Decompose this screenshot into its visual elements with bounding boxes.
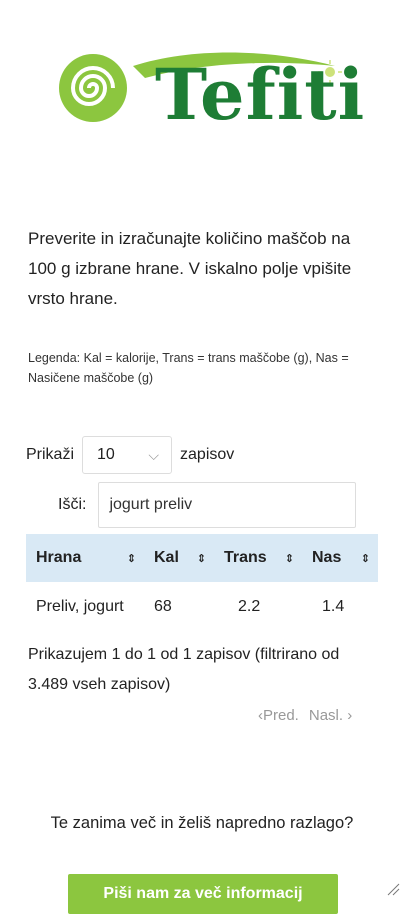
legend-text: Legenda: Kal = kalorije, Trans = trans m… — [28, 351, 349, 385]
more-info-question: Te zanima več in želiš napredno razlago? — [50, 814, 354, 832]
search-control: Išči: — [58, 482, 357, 528]
search-input[interactable] — [98, 482, 357, 528]
cell-hrana: Preliv, jogurt — [36, 598, 124, 615]
resize-grip-icon[interactable] — [386, 882, 400, 896]
next-button[interactable]: Nasl. › — [309, 707, 352, 724]
search-label: Išči: — [58, 496, 87, 513]
table-header: Hrana ⇕ Kal ⇕ Trans ⇕ Nas ⇕ — [26, 534, 378, 582]
tefiti-logo[interactable]: Tefiti — [55, 30, 364, 140]
page-length-control: Prikaži 10 ⌵ zapisov — [26, 435, 234, 475]
intro-text: Preverite in izračunajte količino maščob… — [28, 229, 352, 308]
cell-nas: 1.4 — [322, 598, 345, 615]
sort-icon: ⇕ — [126, 552, 136, 565]
col-header-trans[interactable]: Trans ⇕ — [214, 534, 302, 582]
show-suffix: zapisov — [180, 446, 235, 463]
col-header-kal[interactable]: Kal ⇕ — [144, 534, 214, 582]
table-info: Prikazujem 1 do 1 od 1 zapisov (filtrira… — [28, 646, 340, 693]
sort-icon: ⇕ — [196, 552, 206, 565]
food-fat-table: Hrana ⇕ Kal ⇕ Trans ⇕ Nas ⇕ Preliv, jogu… — [26, 534, 378, 632]
pagination: ‹Pred. Nasl. › — [258, 707, 352, 724]
cell-trans: 2.2 — [238, 598, 261, 615]
sort-icon: ⇕ — [360, 552, 370, 565]
page-length-value: 10 — [97, 446, 115, 463]
show-label: Prikaži — [26, 446, 75, 463]
chevron-down-icon: ⌵ — [148, 446, 160, 463]
brand-name: Tefiti — [155, 53, 366, 136]
cell-kal: 68 — [154, 598, 172, 615]
table-row: Preliv, jogurt 68 2.2 1.4 — [26, 582, 378, 632]
prev-button[interactable]: ‹Pred. — [258, 707, 299, 724]
contact-button[interactable]: Piši nam za več informacij — [68, 874, 338, 914]
col-header-nas[interactable]: Nas ⇕ — [302, 534, 378, 582]
page-length-select[interactable]: 10 ⌵ — [82, 436, 173, 474]
sort-icon: ⇕ — [284, 552, 294, 565]
col-header-hrana[interactable]: Hrana ⇕ — [26, 534, 144, 582]
